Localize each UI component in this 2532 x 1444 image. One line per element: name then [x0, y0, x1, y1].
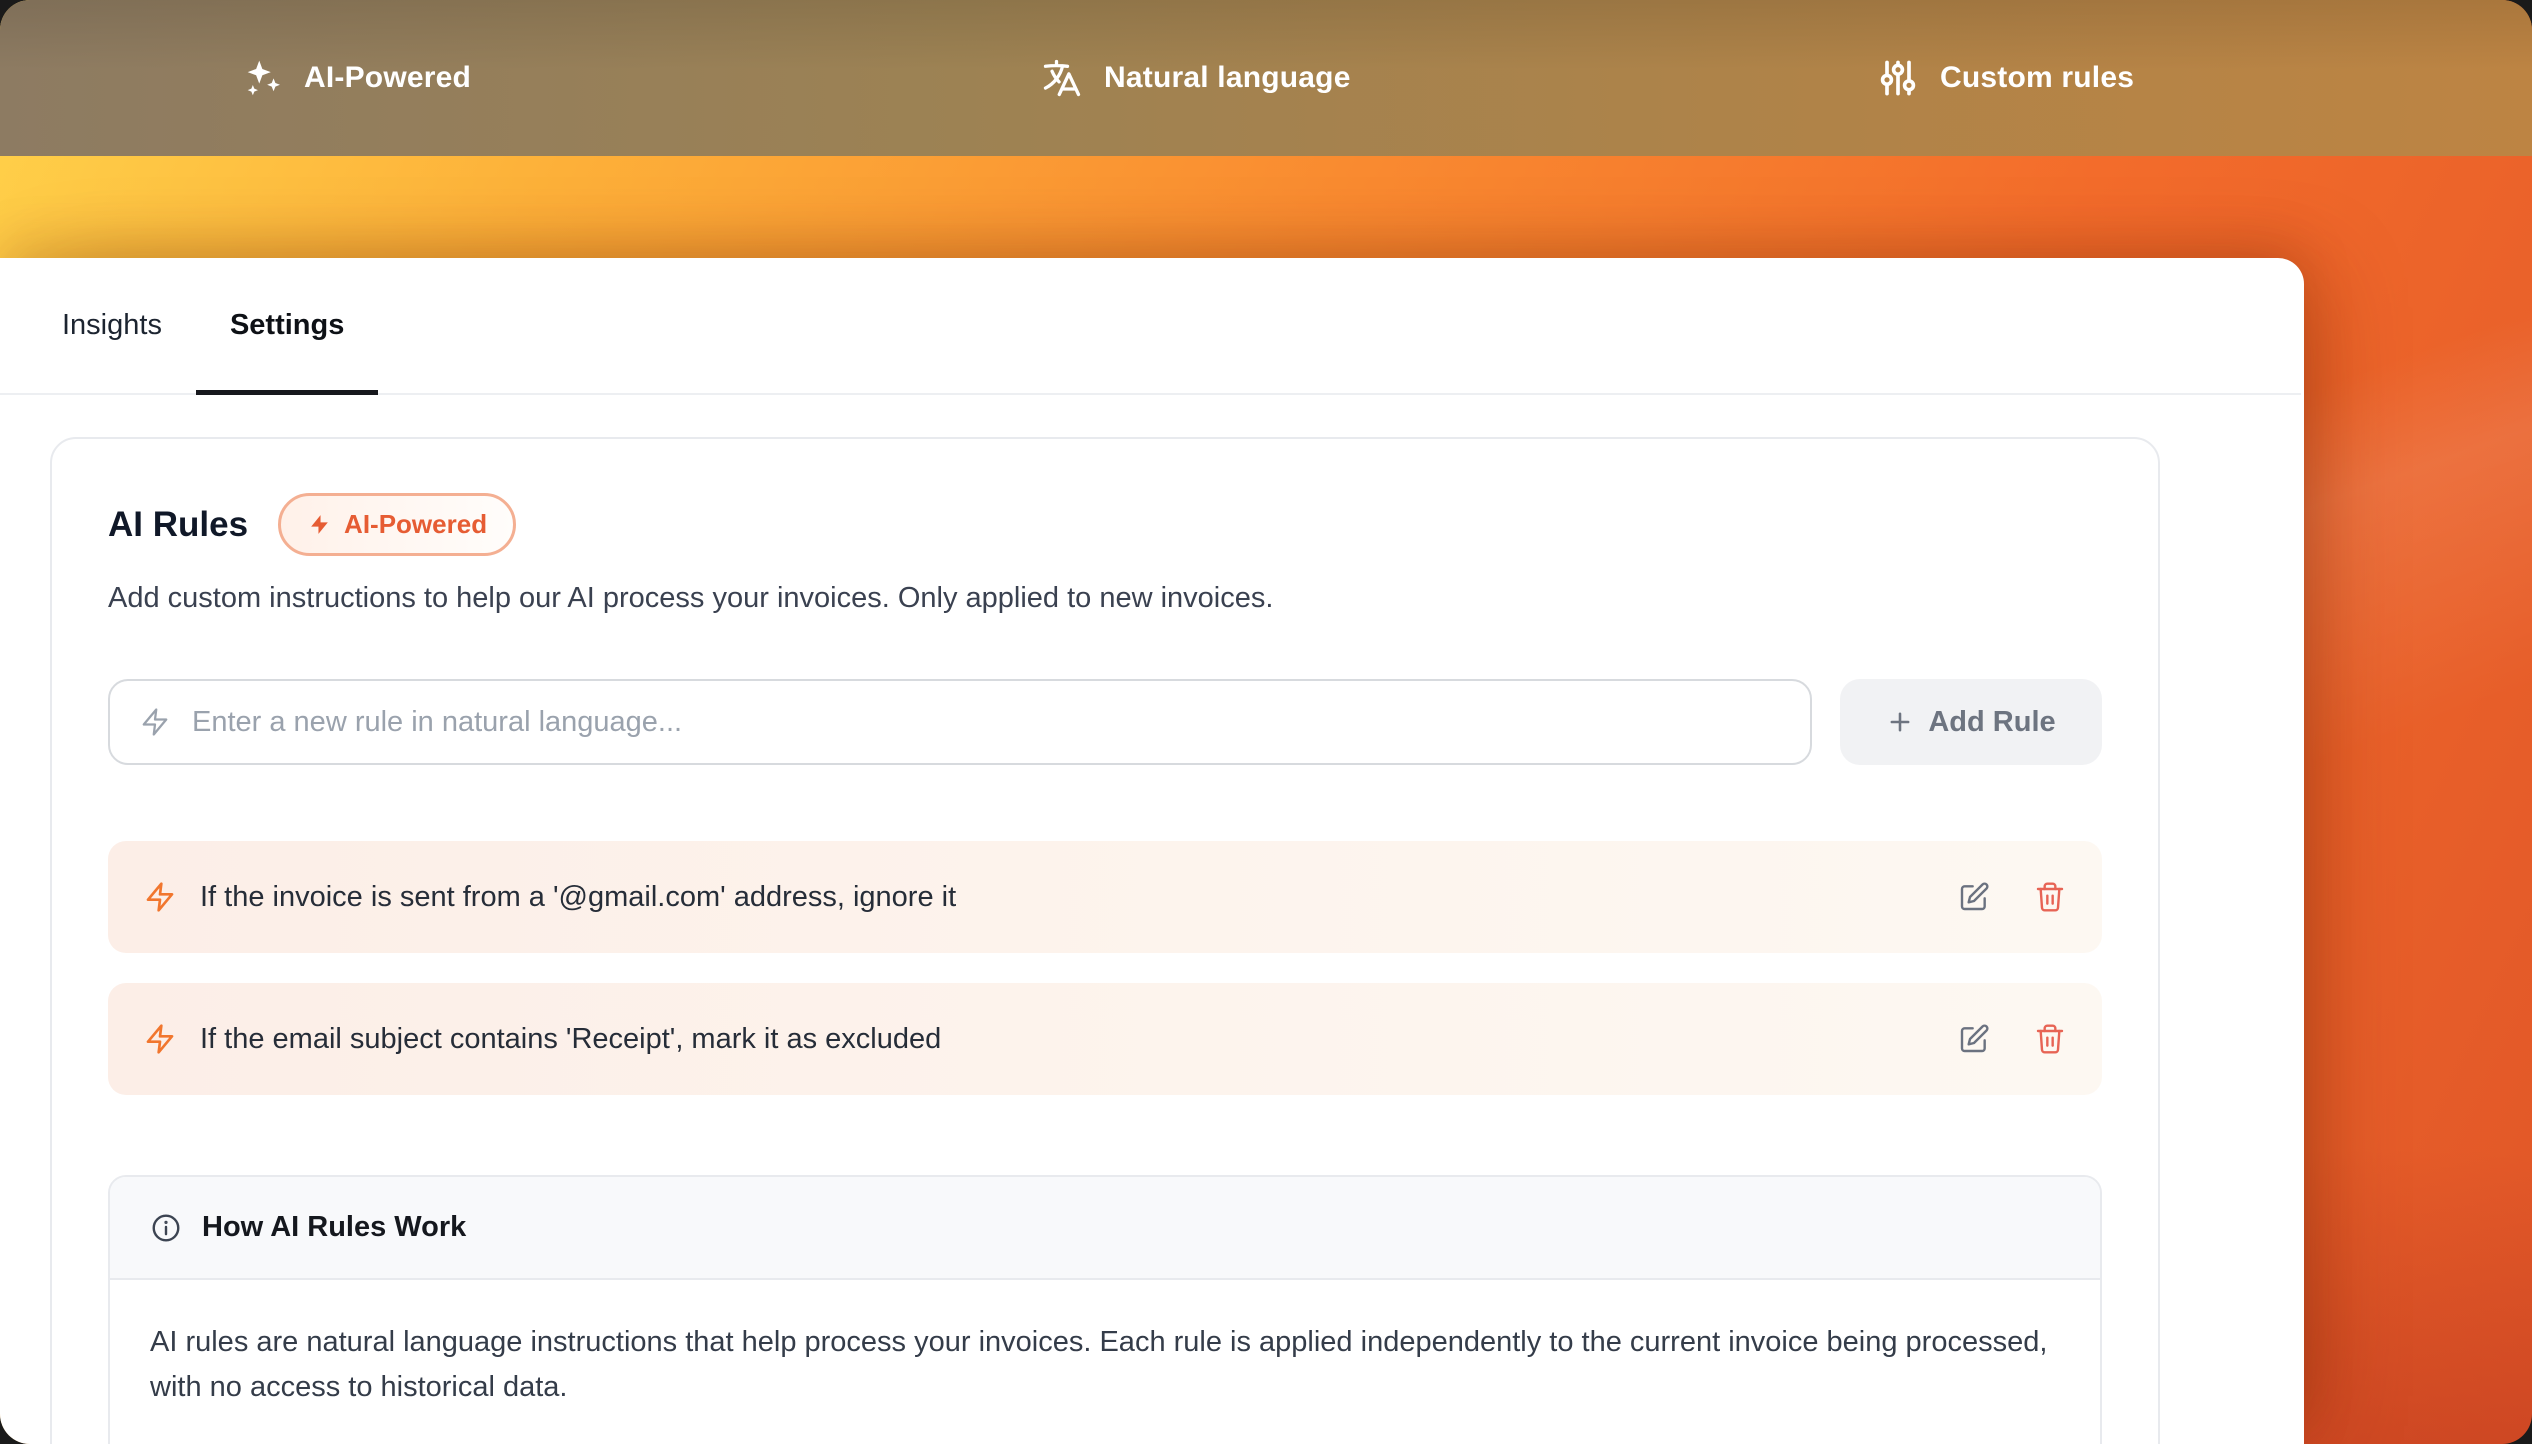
bolt-icon	[140, 707, 170, 737]
tab-bar: Insights Settings	[0, 261, 2301, 395]
rules-list: If the invoice is sent from a '@gmail.co…	[108, 841, 2102, 1095]
banner-feature-label: Custom rules	[1940, 61, 2134, 95]
screen: AI-Powered Natural language Custom rules…	[0, 0, 2532, 1444]
trash-icon	[2034, 1023, 2066, 1055]
bolt-icon	[144, 1023, 176, 1055]
banner-feature-label: Natural language	[1104, 61, 1351, 95]
trash-icon	[2034, 881, 2066, 913]
info-box-header: How AI Rules Work	[110, 1177, 2100, 1280]
banner-feature-natural-language: Natural language	[1040, 0, 1351, 156]
feature-banner: AI-Powered Natural language Custom rules	[0, 0, 2532, 156]
tab-label: Insights	[62, 309, 162, 342]
card-description: Add custom instructions to help our AI p…	[108, 582, 2102, 615]
sparkles-icon	[240, 56, 284, 100]
plus-icon	[1886, 708, 1914, 736]
tab-insights[interactable]: Insights	[28, 261, 196, 395]
badge-label: AI-Powered	[344, 509, 487, 540]
banner-feature-ai-powered: AI-Powered	[240, 0, 471, 156]
add-rule-button[interactable]: Add Rule	[1840, 679, 2102, 765]
ai-rules-card: AI Rules AI-Powered Add custom instructi…	[50, 437, 2160, 1444]
bolt-icon	[144, 881, 176, 913]
info-box-title: How AI Rules Work	[202, 1211, 466, 1244]
add-rule-label: Add Rule	[1928, 706, 2055, 739]
edit-rule-button[interactable]	[1958, 881, 1990, 913]
tab-label: Settings	[230, 309, 344, 342]
rule-text: If the email subject contains 'Receipt',…	[200, 1023, 941, 1056]
page-title: AI Rules	[108, 505, 248, 545]
rule-input-row: Add Rule	[108, 679, 2102, 765]
edit-icon	[1958, 881, 1990, 913]
translate-icon	[1040, 56, 1084, 100]
banner-feature-label: AI-Powered	[304, 61, 471, 95]
rule-row: If the invoice is sent from a '@gmail.co…	[108, 841, 2102, 953]
app-window: Insights Settings AI Rules AI-Powered Ad…	[0, 258, 2304, 1444]
edit-rule-button[interactable]	[1958, 1023, 1990, 1055]
delete-rule-button[interactable]	[2034, 1023, 2066, 1055]
info-box-text: AI rules are natural language instructio…	[150, 1320, 2060, 1410]
rule-input-container	[108, 679, 1812, 765]
delete-rule-button[interactable]	[2034, 881, 2066, 913]
bolt-icon	[307, 512, 332, 537]
card-header: AI Rules AI-Powered	[108, 493, 2102, 556]
info-icon	[150, 1212, 182, 1244]
how-ai-rules-work-box: How AI Rules Work AI rules are natural l…	[108, 1175, 2102, 1444]
rule-row: If the email subject contains 'Receipt',…	[108, 983, 2102, 1095]
banner-feature-custom-rules: Custom rules	[1876, 0, 2134, 156]
rule-text: If the invoice is sent from a '@gmail.co…	[200, 881, 956, 914]
new-rule-input[interactable]	[192, 706, 1780, 739]
edit-icon	[1958, 1023, 1990, 1055]
ai-powered-badge: AI-Powered	[278, 493, 516, 556]
info-box-body: AI rules are natural language instructio…	[110, 1280, 2100, 1444]
tab-settings[interactable]: Settings	[196, 261, 378, 395]
sliders-icon	[1876, 56, 1920, 100]
